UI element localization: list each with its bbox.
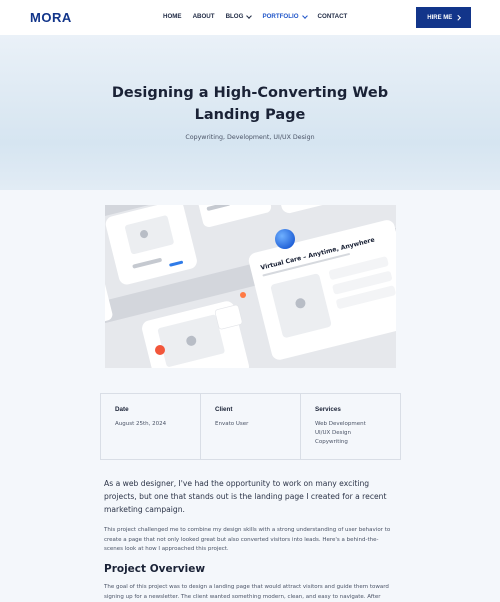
- project-info-table: Date August 25th, 2024 Client Envato Use…: [100, 393, 401, 460]
- page-subtitle: Copywriting, Development, UI/UX Design: [185, 134, 315, 141]
- hire-me-label: HIRE ME: [427, 14, 453, 21]
- notification-badge-icon: [155, 345, 165, 355]
- hire-me-button[interactable]: HIRE ME: [416, 7, 471, 28]
- section-heading: Project Overview: [104, 563, 206, 575]
- nav-portfolio-label: PORTFOLIO: [262, 13, 299, 20]
- article-paragraph: This project challenged me to combine my…: [104, 527, 391, 552]
- info-date-value: August 25th, 2024: [115, 421, 167, 427]
- chevron-down-icon: [301, 12, 308, 19]
- hero-banner: Designing a High-Converting Web Landing …: [0, 35, 500, 190]
- article-lead: As a web designer, I've had the opportun…: [104, 479, 387, 514]
- info-service-item: Web Development: [315, 421, 366, 427]
- nav-about-label: ABOUT: [192, 13, 215, 20]
- mockup-illustration: Virtual Care – Anytime, Anywhere: [105, 205, 396, 368]
- info-client-label: Client: [215, 406, 233, 413]
- site-logo[interactable]: MORA: [30, 10, 72, 25]
- info-service-item: UI/UX Design: [315, 430, 352, 436]
- article-paragraph: The goal of this project was to design a…: [104, 584, 389, 600]
- chevron-right-icon: [455, 15, 461, 20]
- info-date-label: Date: [115, 406, 129, 413]
- chevron-down-icon: [246, 12, 253, 19]
- info-client: Client Envato User: [201, 394, 301, 459]
- nav-home-label: HOME: [163, 13, 182, 20]
- info-client-value: Envato User: [215, 421, 249, 427]
- nav-contact[interactable]: CONTACT: [318, 13, 348, 20]
- nav-blog-label: BLOG: [225, 13, 244, 20]
- blue-sphere-decoration: [275, 229, 295, 249]
- info-service-item: Copywriting: [315, 439, 348, 445]
- page-title: Designing a High-Converting Web Landing …: [111, 85, 389, 123]
- orange-dot-decoration: [240, 292, 246, 298]
- info-date: Date August 25th, 2024: [101, 394, 201, 459]
- nav-home[interactable]: HOME: [163, 13, 182, 20]
- nav-about[interactable]: ABOUT: [193, 13, 215, 20]
- nav-contact-label: CONTACT: [317, 13, 348, 20]
- nav-blog[interactable]: BLOG: [225, 12, 253, 20]
- site-header: MORA HOME ABOUT BLOG PORTFOLIO CONTACT H…: [0, 0, 500, 35]
- info-services-label: Services: [315, 406, 341, 413]
- info-services: Services Web Development UI/UX Design Co…: [301, 394, 400, 459]
- project-showcase-image: Virtual Care – Anytime, Anywhere: [105, 205, 396, 368]
- nav-portfolio[interactable]: PORTFOLIO: [262, 12, 308, 20]
- main-nav: HOME ABOUT BLOG PORTFOLIO CONTACT: [163, 12, 348, 20]
